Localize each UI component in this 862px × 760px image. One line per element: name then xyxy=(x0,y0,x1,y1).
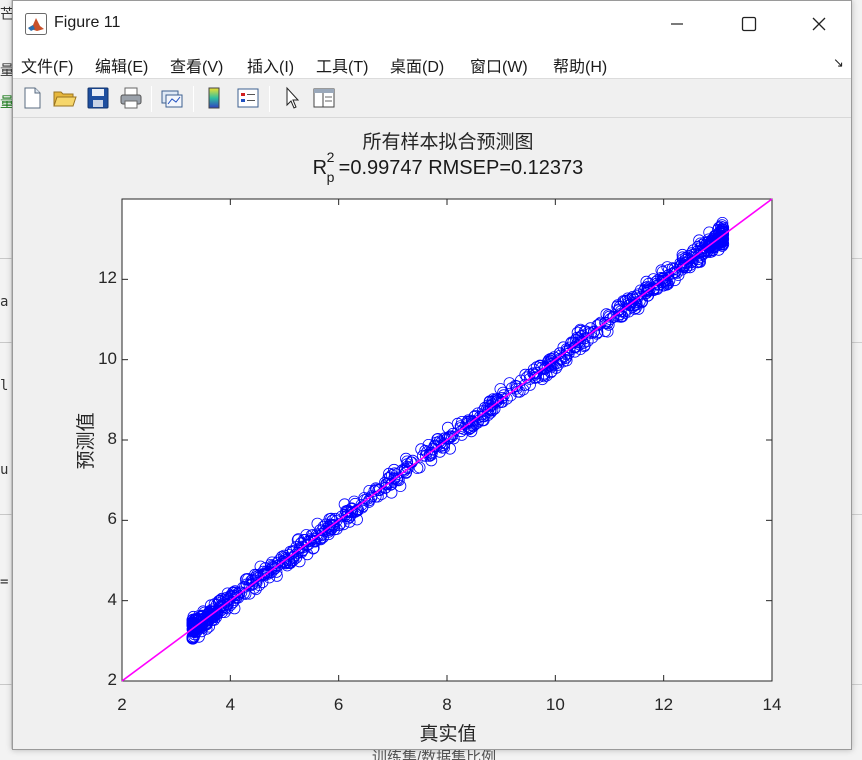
background-editor-strip: 芒 量 量 a l u = xyxy=(0,0,12,760)
background-fragment: 量 xyxy=(0,95,12,111)
menu-bar: 文件(F) 编辑(E) 查看(V) 插入(I) 工具(T) 桌面(D) 窗口(W… xyxy=(13,47,851,79)
background-editor-strip-right xyxy=(852,0,862,760)
window-title: Figure 11 xyxy=(54,14,121,31)
menu-desktop[interactable]: 桌面(D) xyxy=(390,53,444,77)
menu-insert[interactable]: 插入(I) xyxy=(247,53,294,77)
background-editor-bottom: 训练集/数据集比例 xyxy=(0,749,862,760)
save-icon[interactable] xyxy=(85,85,111,111)
y-tick-label: 2 xyxy=(107,670,117,689)
background-fragment: 量 xyxy=(0,63,12,79)
y-tick-label: 6 xyxy=(107,509,117,529)
x-tick-label: 10 xyxy=(545,695,565,714)
background-fragment: a xyxy=(0,294,9,310)
y-tick-label: 10 xyxy=(98,348,117,368)
background-fragment: u xyxy=(0,462,9,478)
menu-file[interactable]: 文件(F) xyxy=(21,53,73,77)
x-tick-label: 2 xyxy=(117,695,127,714)
background-bottom-text: 训练集/数据集比例 xyxy=(372,749,497,760)
menu-view[interactable]: 查看(V) xyxy=(170,53,223,77)
menu-edit[interactable]: 编辑(E) xyxy=(95,53,148,77)
x-tick-label: 14 xyxy=(762,695,782,714)
maximize-icon xyxy=(741,16,757,32)
dock-arrow-icon[interactable]: ↘ xyxy=(833,55,844,71)
x-tick-label: 12 xyxy=(654,695,674,714)
background-fragment: l xyxy=(0,378,9,394)
y-tick-label: 8 xyxy=(107,429,117,448)
close-icon xyxy=(812,17,826,31)
menu-tools[interactable]: 工具(T) xyxy=(316,53,368,77)
figure-canvas: 所有样本拟合预测图 R 2 p =0.99747 RMSEP=0.12373 真实值 … xyxy=(13,119,851,749)
close-button[interactable] xyxy=(791,1,847,47)
menu-help[interactable]: 帮助(H) xyxy=(553,53,607,77)
legend-icon[interactable] xyxy=(235,85,261,111)
open-folder-icon[interactable] xyxy=(51,85,77,111)
scatter-plot xyxy=(121,198,773,682)
menu-window[interactable]: 窗口(W) xyxy=(470,53,528,77)
title-bar[interactable]: Figure 11 xyxy=(13,1,851,47)
toolbar xyxy=(13,80,851,118)
x-axis-label: 真实值 xyxy=(419,723,477,745)
colorbar-icon[interactable] xyxy=(201,85,227,111)
new-figure-icon[interactable] xyxy=(19,85,45,111)
property-editor-icon[interactable] xyxy=(311,85,337,111)
print-icon[interactable] xyxy=(118,85,144,111)
x-tick-label: 6 xyxy=(333,695,344,714)
background-fragment: = xyxy=(0,574,9,590)
minimize-icon xyxy=(671,23,683,25)
figure-window: Figure 11 文件(F) 编辑(E) 查看(V) 插入(I) 工具(T) … xyxy=(12,0,852,750)
minimize-button[interactable] xyxy=(649,1,705,47)
x-tick-label: 8 xyxy=(442,695,452,714)
pointer-icon[interactable] xyxy=(279,85,305,111)
y-tick-label: 4 xyxy=(107,589,117,609)
maximize-button[interactable] xyxy=(721,1,777,47)
background-fragment: 芒 xyxy=(0,7,12,23)
link-plot-icon[interactable] xyxy=(159,85,185,111)
matlab-icon xyxy=(25,13,47,35)
y-tick-label: 12 xyxy=(98,268,117,288)
x-tick-label: 4 xyxy=(225,695,236,714)
